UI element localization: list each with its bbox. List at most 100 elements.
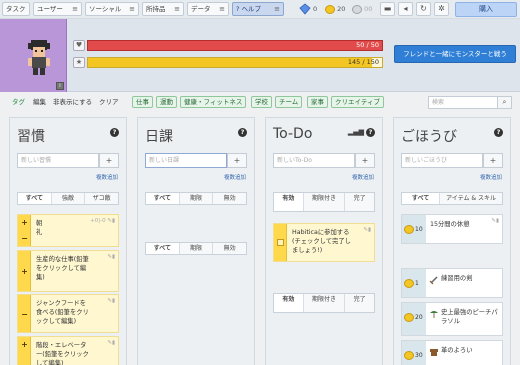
plus-button[interactable]: + <box>18 267 31 276</box>
reward-price[interactable]: 30 <box>402 341 426 365</box>
tab-all[interactable]: すべて <box>146 193 180 204</box>
shop-item[interactable]: 1 練習用の剣 <box>401 268 503 298</box>
help-icon[interactable]: ? <box>110 128 119 137</box>
nav-task[interactable]: タスク <box>2 2 30 16</box>
minus-button[interactable]: − <box>18 234 31 243</box>
new-habit-input[interactable]: 新しい習慣 <box>17 153 99 168</box>
dailies-title: 日課 <box>145 129 173 145</box>
add-todo-button[interactable]: + <box>355 153 375 168</box>
tag-chores[interactable]: 家事 <box>307 96 328 108</box>
tab-due[interactable]: 期限 <box>180 193 214 204</box>
clear-tags-link[interactable]: クリア <box>99 96 119 109</box>
delete-icon[interactable]: ▮ <box>112 298 115 304</box>
help-icon[interactable]: ? <box>366 128 375 137</box>
add-habit-button[interactable]: + <box>99 153 119 168</box>
minus-button[interactable]: − <box>18 361 31 365</box>
add-multiple-todos-link[interactable]: 複数追加 <box>352 173 374 181</box>
habit-controls: − <box>18 295 31 332</box>
new-daily-input[interactable]: 新しい日課 <box>145 153 227 168</box>
add-multiple-rewards-link[interactable]: 複数追加 <box>480 173 502 181</box>
tab-due[interactable]: 期限 <box>180 243 214 254</box>
delete-icon[interactable]: ▮ <box>112 340 115 346</box>
avatar[interactable]: i <box>0 19 67 92</box>
nav-help[interactable]: ? ヘルプ ≡ <box>232 2 284 16</box>
tab-strong[interactable]: 強敵 <box>52 193 86 204</box>
tab-completed[interactable]: 完了 <box>345 193 374 211</box>
new-todo-input[interactable]: 新しいTo-Do <box>273 153 355 168</box>
avatar-info-icon[interactable]: i <box>56 82 64 90</box>
price-value: 1 <box>415 280 419 287</box>
reward-price[interactable]: 1 <box>402 269 426 297</box>
tab-inactive[interactable]: 無効 <box>213 243 246 254</box>
sound-icon[interactable]: ◂ <box>398 2 413 16</box>
habit-filter-tabs: すべて 強敵 ザコ敵 <box>17 192 119 205</box>
habit-item[interactable]: − ジャンクフードを食べる(鉛筆をクリックして編集) ✎▮ <box>17 294 119 333</box>
chat-icon[interactable]: ▬ <box>380 2 395 16</box>
todo-text: Habiticaに参加する(チェックして完了しましょう!) <box>292 229 351 254</box>
help-icon[interactable]: ? <box>494 128 503 137</box>
todo-checkbox[interactable] <box>277 239 284 246</box>
habit-item[interactable]: + 生産的な仕事(鉛筆をクリックして編集) ✎▮ <box>17 250 119 292</box>
tab-all[interactable]: すべて <box>146 243 180 254</box>
tag-school[interactable]: 学校 <box>251 96 272 108</box>
reward-name: 革のよろい <box>441 347 473 354</box>
nav-data[interactable]: データ ≡ <box>187 2 229 16</box>
add-multiple-habits-link[interactable]: 複数追加 <box>96 173 118 181</box>
search-input[interactable]: 検索 <box>428 96 498 109</box>
delete-icon[interactable]: ▮ <box>496 218 499 224</box>
reward-price[interactable]: 20 <box>402 303 426 335</box>
nav-user-label: ユーザー <box>37 5 63 13</box>
delete-icon[interactable]: ▮ <box>112 218 115 224</box>
search-icon[interactable]: ⌕ <box>497 96 512 109</box>
habit-item[interactable]: + − 朝 礼 +0|-0 ✎▮ <box>17 214 119 247</box>
daily-filter-tabs-bottom: すべて 期限 無効 <box>145 242 247 255</box>
tab-active[interactable]: 有効 <box>274 294 304 312</box>
tags-label: タグ <box>12 98 25 106</box>
add-reward-button[interactable]: + <box>483 153 503 168</box>
party-battle-button[interactable]: フレンドと一緒にモンスターと戦う <box>394 45 516 63</box>
reward-divider <box>401 249 503 263</box>
habit-text: ジャンクフードを食べる(鉛筆をクリックして編集) <box>36 300 89 325</box>
nav-inventory[interactable]: 所持品 ≡ <box>142 2 184 16</box>
habits-title: 習慣 <box>17 129 45 145</box>
tag-creativity[interactable]: クリエイティブ <box>331 96 384 108</box>
custom-reward-item[interactable]: 10 15分間の休憩 ✎▮ <box>401 214 503 244</box>
delete-icon[interactable]: ▮ <box>368 227 371 233</box>
nav-user[interactable]: ユーザー ≡ <box>33 2 82 16</box>
tag-health-fitness[interactable]: 健康・フィットネス <box>180 96 247 108</box>
tag-exercise[interactable]: 運動 <box>156 96 177 108</box>
buy-gems-button[interactable]: 購入 <box>455 2 517 17</box>
tab-inactive[interactable]: 無効 <box>213 193 246 204</box>
tab-items-skills[interactable]: アイテム & スキル <box>440 193 502 204</box>
tab-all[interactable]: すべて <box>402 193 441 204</box>
edit-tags-link[interactable]: 編集 <box>33 96 46 109</box>
plus-button[interactable]: + <box>18 218 31 227</box>
delete-icon[interactable]: ▮ <box>112 254 115 260</box>
tab-all[interactable]: すべて <box>18 193 52 204</box>
gem-icon <box>299 3 311 15</box>
add-multiple-dailies-link[interactable]: 複数追加 <box>224 173 246 181</box>
nav-social[interactable]: ソーシャル ≡ <box>85 2 139 16</box>
new-reward-input[interactable]: 新しいごほうび <box>401 153 483 168</box>
tab-dated[interactable]: 期限付き <box>304 294 346 312</box>
tab-dated[interactable]: 期限付き <box>304 193 346 211</box>
tab-weak[interactable]: ザコ敵 <box>85 193 118 204</box>
minus-button[interactable]: − <box>18 310 31 319</box>
tag-team[interactable]: チーム <box>275 96 303 108</box>
tab-completed[interactable]: 完了 <box>345 294 374 312</box>
settings-gear-icon[interactable]: ✲ <box>434 2 449 16</box>
tag-work[interactable]: 仕事 <box>132 96 153 108</box>
reward-price[interactable]: 10 <box>402 215 426 243</box>
sync-icon[interactable]: ↻ <box>416 2 431 16</box>
hide-tags-link[interactable]: 非表示にする <box>53 96 92 109</box>
tab-active[interactable]: 有効 <box>274 193 304 211</box>
plus-button[interactable]: + <box>18 340 31 349</box>
add-daily-button[interactable]: + <box>227 153 247 168</box>
help-icon[interactable]: ? <box>238 128 247 137</box>
habit-meta: +0|-0 ✎▮ <box>90 218 115 224</box>
shop-item[interactable]: 20 史上最強のピーチパラソル <box>401 302 503 336</box>
health-bar: 50 / 50 <box>87 40 383 51</box>
todo-item[interactable]: Habiticaに参加する(チェックして完了しましょう!) ✎▮ <box>273 223 375 262</box>
shop-item[interactable]: 30 革のよろい <box>401 340 503 365</box>
habit-item[interactable]: + − 階段・エレベーター(鉛筆をクリックして編集) ✎▮ <box>17 336 119 365</box>
